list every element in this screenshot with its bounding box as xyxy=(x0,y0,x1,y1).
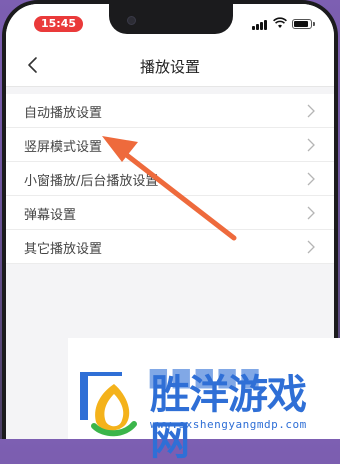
status-bar: 15:45 xyxy=(6,4,334,44)
settings-row-other[interactable]: 其它播放设置 xyxy=(6,230,334,264)
settings-row-label: 小窗播放/后台播放设置 xyxy=(24,174,159,189)
settings-row-autoplay[interactable]: 自动播放设置 xyxy=(6,94,334,128)
battery-level xyxy=(294,21,308,27)
chevron-right-icon xyxy=(307,206,315,220)
nav-bar: 播放设置 xyxy=(6,44,334,87)
chevron-right-icon xyxy=(307,240,315,254)
page-title: 播放设置 xyxy=(139,58,200,76)
chevron-right-icon xyxy=(307,172,315,186)
watermark-logo-icon xyxy=(80,372,137,437)
chevron-right-icon xyxy=(307,104,315,118)
status-time: 15:45 xyxy=(34,16,84,32)
settings-row-label: 自动播放设置 xyxy=(24,106,103,121)
settings-row-mini-window[interactable]: 小窗播放/后台播放设置 xyxy=(6,162,334,196)
chevron-right-icon xyxy=(307,138,315,152)
settings-row-danmaku[interactable]: 弹幕设置 xyxy=(6,196,334,230)
settings-row-label: 弹幕设置 xyxy=(24,208,77,223)
battery-icon xyxy=(292,19,312,29)
camera-icon xyxy=(127,16,136,25)
settings-row-label: 其它播放设置 xyxy=(24,242,103,257)
notch xyxy=(109,4,233,34)
watermark-url: www.sxshengyangmdp.com xyxy=(150,418,307,431)
settings-list: 自动播放设置 竖屏模式设置 小窗播放/后台播放设置 弹幕设置 其它播放设置 xyxy=(6,94,334,264)
settings-row-portrait-mode[interactable]: 竖屏模式设置 xyxy=(6,128,334,162)
settings-row-label: 竖屏模式设置 xyxy=(24,140,103,155)
battery-cap xyxy=(313,22,315,26)
signal-icon xyxy=(252,20,270,30)
wifi-icon xyxy=(273,17,287,28)
